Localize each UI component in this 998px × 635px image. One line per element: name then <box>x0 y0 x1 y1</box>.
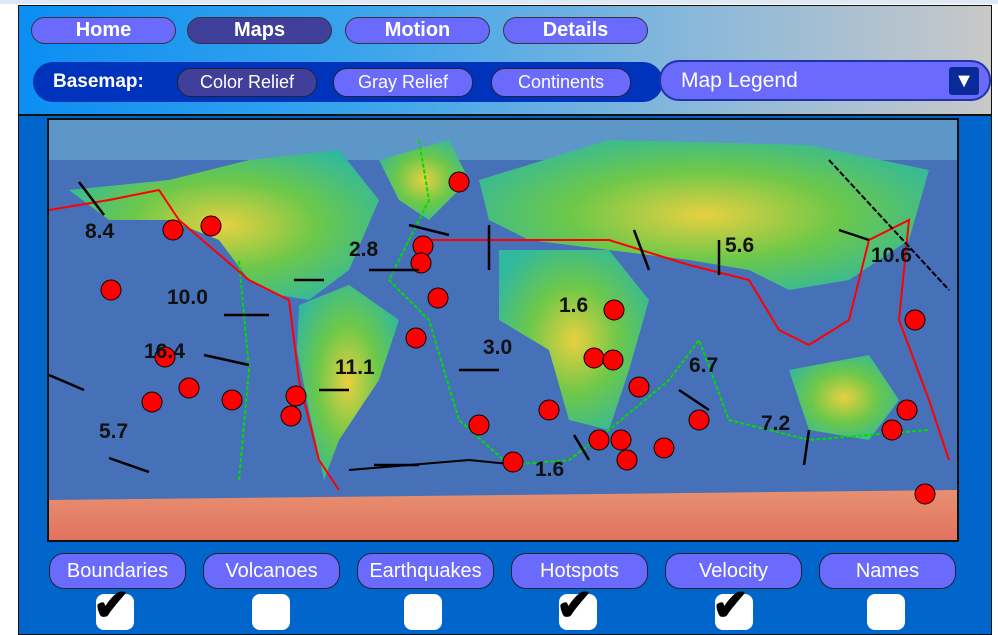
hotspot-marker <box>881 419 903 441</box>
velocity-label: 10.6 <box>871 244 912 267</box>
hotspot-marker <box>280 405 302 427</box>
hotspot-marker <box>502 451 524 473</box>
hotspot-marker <box>405 327 427 349</box>
hotspot-marker <box>178 377 200 399</box>
hotspot-marker <box>221 389 243 411</box>
map-panel: 8.4 2.8 5.6 10.6 10.0 1.6 16.4 11.1 3.0 6.7 5.7 7.2… <box>18 115 992 635</box>
basemap-gray-relief-button[interactable]: Gray Relief <box>333 68 473 97</box>
basemap-bar: Basemap: Color Relief Gray Relief Contin… <box>33 62 663 102</box>
hotspot-marker <box>588 429 610 451</box>
hotspot-marker <box>914 483 936 505</box>
velocity-label: 5.7 <box>99 420 129 443</box>
map-legend-dropdown[interactable]: Map Legend ▼ <box>659 60 991 101</box>
tab-details[interactable]: Details <box>503 17 648 44</box>
velocity-label: 11.1 <box>335 356 375 379</box>
header-panel: Home Maps Motion Details Basemap: Color … <box>18 5 992 115</box>
hotspot-marker <box>610 429 632 451</box>
velocity-label: 16.4 <box>144 340 185 363</box>
relief-map <box>49 120 957 540</box>
hotspot-marker <box>688 409 710 431</box>
velocity-label: 8.4 <box>85 220 115 243</box>
world-map[interactable]: 8.4 2.8 5.6 10.6 10.0 1.6 16.4 11.1 3.0 6.7 5.7 7.2… <box>47 118 959 542</box>
checkmark-icon: ✔ <box>93 581 130 630</box>
basemap-label: Basemap: <box>53 71 144 92</box>
earthquakes-checkbox[interactable] <box>404 594 442 630</box>
layer-names-button[interactable]: Names <box>819 553 956 589</box>
basemap-color-relief-button[interactable]: Color Relief <box>177 68 317 97</box>
triangle-down-icon[interactable]: ▼ <box>949 67 979 95</box>
hotspot-marker <box>285 385 307 407</box>
top-border <box>0 0 998 4</box>
boundaries-checkbox[interactable]: ✔ <box>93 584 134 630</box>
volcanoes-checkbox[interactable] <box>252 594 290 630</box>
velocity-checkbox[interactable]: ✔ <box>712 584 753 630</box>
hotspot-marker <box>141 391 163 413</box>
map-legend-label: Map Legend <box>681 69 798 92</box>
velocity-label: 2.8 <box>349 238 379 261</box>
hotspot-marker <box>162 219 184 241</box>
layer-volcanoes-button[interactable]: Volcanoes <box>203 553 340 589</box>
hotspot-marker <box>427 287 449 309</box>
velocity-label: 1.6 <box>559 294 589 317</box>
velocity-label: 3.0 <box>483 336 513 359</box>
velocity-label: 10.0 <box>167 286 208 309</box>
tab-maps[interactable]: Maps <box>187 17 332 44</box>
basemap-continents-button[interactable]: Continents <box>491 68 631 97</box>
hotspot-marker <box>602 349 624 371</box>
hotspot-marker <box>100 279 122 301</box>
names-checkbox[interactable] <box>867 594 905 630</box>
hotspot-marker <box>583 347 605 369</box>
hotspot-marker <box>603 299 625 321</box>
hotspot-marker <box>538 399 560 421</box>
hotspot-marker <box>468 414 490 436</box>
hotspot-marker <box>653 437 675 459</box>
hotspot-marker <box>904 309 926 331</box>
velocity-label: 6.7 <box>689 354 719 377</box>
hotspot-marker <box>448 171 470 193</box>
tab-motion[interactable]: Motion <box>345 17 490 44</box>
velocity-label: 7.2 <box>761 412 791 435</box>
checkmark-icon: ✔ <box>556 581 593 630</box>
velocity-label: 5.6 <box>725 234 755 257</box>
layer-earthquakes-button[interactable]: Earthquakes <box>357 553 494 589</box>
velocity-label: 1.6 <box>535 458 565 481</box>
hotspot-marker <box>896 399 918 421</box>
hotspot-marker <box>628 376 650 398</box>
hotspots-checkbox[interactable]: ✔ <box>556 584 597 630</box>
hotspot-marker <box>200 215 222 237</box>
hotspot-marker <box>616 449 638 471</box>
tab-home[interactable]: Home <box>31 17 176 44</box>
checkmark-icon: ✔ <box>712 581 749 630</box>
